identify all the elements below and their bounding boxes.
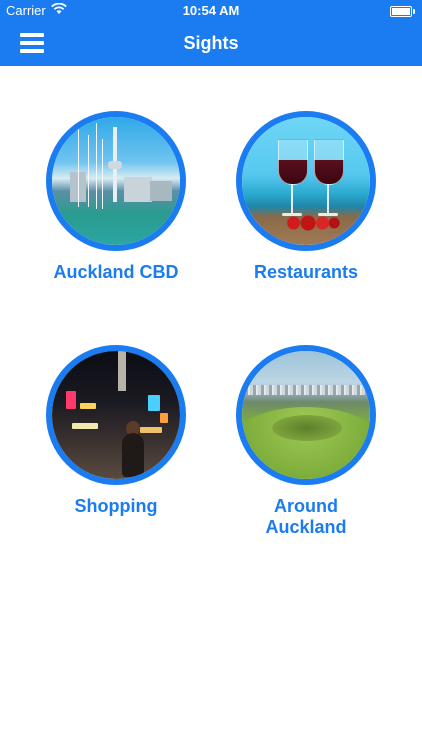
battery-icon [390,6,415,17]
tile-label[interactable]: Around Auckland [226,496,386,538]
tile-around-auckland[interactable]: Around Auckland [226,345,386,538]
app-header: Carrier 10:54 AM Sights [0,0,422,66]
tile-label[interactable]: Restaurants [226,262,386,283]
page-title: Sights [183,33,239,53]
restaurants-image[interactable] [236,111,376,251]
shopping-image[interactable] [46,345,186,485]
tile-label-line1: Around [274,496,338,516]
tile-auckland-cbd[interactable]: Auckland CBD [36,111,196,283]
tile-shopping[interactable]: Shopping [36,345,196,517]
tile-label[interactable]: Shopping [36,496,196,517]
auckland-cbd-image[interactable] [46,111,186,251]
status-time: 10:54 AM [182,3,240,18]
around-auckland-image[interactable] [236,345,376,485]
tile-label[interactable]: Auckland CBD [36,262,196,283]
tile-label-line2: Auckland [265,517,347,537]
tile-restaurants[interactable]: Restaurants [226,111,386,283]
status-bar: Carrier 10:54 AM [0,0,422,22]
